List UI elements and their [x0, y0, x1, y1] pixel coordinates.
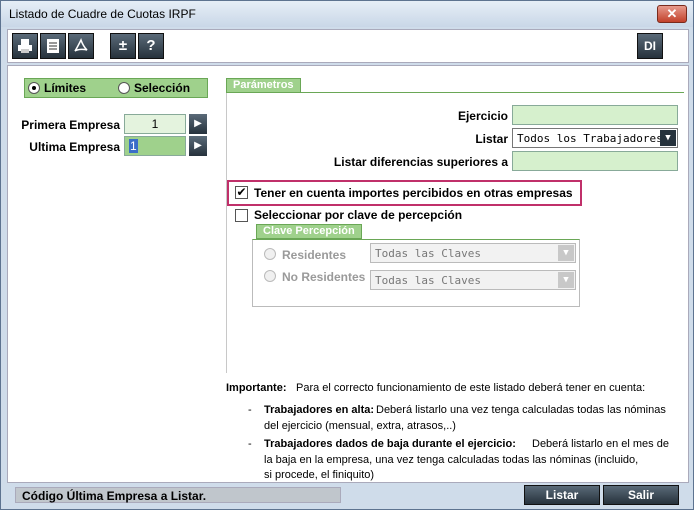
- seleccionar-clave-checkbox[interactable]: [235, 209, 248, 222]
- alta-title: Trabajadores en alta:: [264, 404, 375, 416]
- tener-checkbox[interactable]: ✔: [235, 186, 248, 199]
- no-residentes-label: No Residentes: [282, 270, 366, 284]
- printer-icon: [18, 39, 32, 53]
- title-bar: Listado de Cuadre de Cuotas IRPF ✕: [1, 1, 693, 27]
- residentes-radio[interactable]: [264, 248, 276, 260]
- listar-select-value: Todos los Trabajadores: [517, 132, 663, 145]
- toolbar: ± ? DI: [7, 29, 689, 63]
- importante-text: Para el correcto funcionamiento de este …: [296, 382, 646, 394]
- content-panel: Límites Selección Primera Empresa 1 ▶ Ul…: [7, 65, 689, 483]
- preview-button[interactable]: [40, 33, 66, 59]
- alta-text-2: del ejercicio (mensual, extra, atrasos,.…: [264, 420, 456, 432]
- no-residentes-select-value: Todas las Claves: [375, 274, 481, 287]
- seleccionar-clave-label: Seleccionar por clave de percepción: [254, 208, 463, 222]
- chevron-down-icon[interactable]: ▼: [558, 245, 574, 261]
- pdf-icon: [74, 38, 88, 52]
- ultima-empresa-input[interactable]: 1: [124, 136, 186, 156]
- alta-text-1: Deberá listarlo una vez tenga calculadas…: [376, 404, 666, 416]
- baja-title: Trabajadores dados de baja durante el ej…: [264, 438, 516, 450]
- importante-label: Importante:: [226, 382, 287, 394]
- seleccion-radio[interactable]: [118, 82, 130, 94]
- tener-label: Tener en cuenta importes percibidos en o…: [254, 186, 573, 200]
- ejercicio-label: Ejercicio: [457, 109, 508, 123]
- primera-empresa-lookup-button[interactable]: ▶: [189, 114, 207, 134]
- residentes-select[interactable]: Todas las Claves ▼: [370, 243, 576, 263]
- status-text: Código Última Empresa a Listar.: [15, 487, 341, 503]
- baja-text-2: la baja en la empresa, una vez tenga cal…: [264, 454, 639, 466]
- add-remove-button[interactable]: ±: [110, 33, 136, 59]
- listar-button[interactable]: Listar: [524, 485, 600, 505]
- print-button[interactable]: [12, 33, 38, 59]
- no-residentes-select[interactable]: Todas las Claves ▼: [370, 270, 576, 290]
- listar-select[interactable]: Todos los Trabajadores ▼: [512, 128, 678, 148]
- window-title: Listado de Cuadre de Cuotas IRPF: [9, 7, 196, 21]
- status-bar: Código Última Empresa a Listar. Listar S…: [7, 485, 689, 507]
- chevron-down-icon[interactable]: ▼: [558, 272, 574, 288]
- baja-text-3: si procede, el finiquito): [264, 469, 375, 481]
- diferencias-input[interactable]: [512, 151, 678, 171]
- primera-empresa-input[interactable]: 1: [124, 114, 186, 134]
- primera-empresa-label: Primera Empresa: [21, 118, 120, 132]
- parametros-divider: [226, 92, 684, 93]
- pdf-button[interactable]: [68, 33, 94, 59]
- baja-text-1: Deberá listarlo en el mes de: [532, 438, 669, 450]
- di-button[interactable]: DI: [637, 33, 663, 59]
- ultima-empresa-value: 1: [129, 139, 138, 153]
- listar-label: Listar: [475, 132, 508, 146]
- ultima-empresa-lookup-button[interactable]: ▶: [189, 136, 207, 156]
- help-button[interactable]: ?: [138, 33, 164, 59]
- residentes-select-value: Todas las Claves: [375, 247, 481, 260]
- no-residentes-radio[interactable]: [264, 270, 276, 282]
- close-button[interactable]: ✕: [657, 5, 687, 23]
- parametros-left-border: [226, 93, 227, 373]
- ejercicio-input[interactable]: [512, 105, 678, 125]
- main-window: Listado de Cuadre de Cuotas IRPF ✕ ± ? D…: [0, 0, 694, 510]
- chevron-down-icon[interactable]: ▼: [660, 130, 676, 146]
- diferencias-label: Listar diferencias superiores a: [333, 155, 508, 169]
- salir-button[interactable]: Salir: [603, 485, 679, 505]
- clave-percepcion-tab: Clave Percepción: [256, 224, 362, 239]
- parametros-tab: Parámetros: [226, 78, 301, 93]
- seleccion-label: Selección: [134, 81, 191, 95]
- limites-radio[interactable]: [28, 82, 40, 94]
- document-icon: [47, 39, 59, 53]
- residentes-label: Residentes: [282, 248, 347, 262]
- limites-label: Límites: [44, 81, 87, 95]
- ultima-empresa-label: Ultima Empresa: [29, 140, 120, 154]
